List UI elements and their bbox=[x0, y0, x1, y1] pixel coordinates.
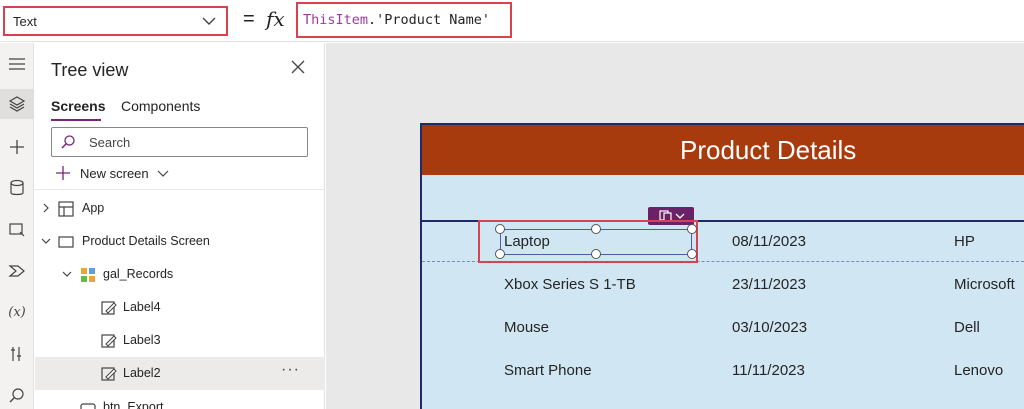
tree-search-input[interactable]: Search bbox=[51, 127, 308, 157]
active-tab-indicator bbox=[51, 119, 101, 121]
chevron-down-icon bbox=[41, 238, 51, 244]
tree-node-gal-records[interactable]: gal_Records bbox=[35, 258, 325, 291]
label-edit-icon bbox=[101, 334, 117, 348]
label-edit-icon bbox=[101, 367, 117, 381]
tab-screens[interactable]: Screens bbox=[51, 98, 105, 114]
power-automate-icon[interactable] bbox=[0, 256, 34, 286]
variables-icon[interactable]: (x) bbox=[0, 297, 34, 327]
hamburger-icon[interactable] bbox=[0, 49, 34, 79]
button-icon bbox=[80, 403, 96, 409]
gallery-cell-date[interactable]: 03/10/2023 bbox=[732, 319, 807, 336]
layers-icon[interactable] bbox=[0, 89, 34, 119]
divider bbox=[35, 189, 325, 190]
resize-handle[interactable] bbox=[495, 249, 505, 259]
gallery-cell-name[interactable]: Smart Phone bbox=[504, 362, 592, 379]
formula-text: ThisItem.'Product Name' bbox=[303, 12, 490, 28]
app-icon bbox=[58, 201, 74, 217]
header-band: Product Details bbox=[422, 125, 1024, 175]
tree-node-label: Label4 bbox=[123, 300, 161, 314]
gallery-cell-date[interactable]: 11/11/2023 bbox=[732, 362, 805, 379]
label-edit-icon bbox=[101, 301, 117, 315]
tree-node-label: Product Details Screen bbox=[82, 234, 210, 248]
formula-rest: .'Product Name' bbox=[368, 12, 490, 28]
chevron-down-icon bbox=[202, 17, 216, 25]
property-value: Text bbox=[13, 14, 37, 29]
gallery-cell-date[interactable]: 23/11/2023 bbox=[732, 276, 806, 293]
screen-title: Product Details bbox=[680, 135, 857, 165]
resize-handle[interactable] bbox=[591, 224, 601, 234]
gallery-cell-name[interactable]: Xbox Series S 1-TB bbox=[504, 276, 636, 293]
plus-icon bbox=[56, 166, 70, 180]
tree-node-label4[interactable]: Label4 bbox=[35, 291, 325, 324]
gallery-cell-brand[interactable]: HP bbox=[954, 233, 975, 250]
gallery-cell-brand[interactable]: Microsoft bbox=[954, 276, 1015, 293]
search-placeholder: Search bbox=[89, 135, 131, 150]
chevron-down-icon bbox=[157, 170, 169, 177]
resize-handle[interactable] bbox=[591, 249, 601, 259]
new-screen-button[interactable]: New screen bbox=[55, 163, 169, 183]
media-icon[interactable] bbox=[0, 215, 34, 245]
property-dropdown[interactable]: Text bbox=[3, 6, 228, 36]
formula-bar: Text = fx ThisItem.'Product Name' bbox=[0, 0, 1024, 42]
chevron-down-icon bbox=[62, 271, 72, 277]
tree-node-app[interactable]: App bbox=[35, 192, 325, 225]
plus-icon[interactable] bbox=[0, 132, 34, 162]
close-icon[interactable] bbox=[290, 59, 306, 75]
gallery-cell-brand[interactable]: Lenovo bbox=[954, 362, 1003, 379]
search-icon[interactable] bbox=[0, 380, 34, 409]
search-icon bbox=[61, 135, 75, 149]
new-screen-label: New screen bbox=[80, 165, 149, 181]
resize-handle[interactable] bbox=[687, 224, 697, 234]
gallery-cell-brand[interactable]: Dell bbox=[954, 319, 980, 336]
tree-node-label: App bbox=[82, 201, 105, 215]
tree-node-product-details-screen[interactable]: Product Details Screen bbox=[35, 225, 325, 258]
resize-handle[interactable] bbox=[495, 224, 505, 234]
screen-icon bbox=[58, 236, 74, 248]
tree-node-label2[interactable]: Label2 ··· bbox=[35, 357, 325, 390]
fx-icon: fx bbox=[266, 7, 285, 31]
left-rail: (x) bbox=[0, 43, 34, 409]
tree-node-label: gal_Records bbox=[103, 267, 174, 281]
database-icon[interactable] bbox=[0, 173, 34, 203]
tab-components[interactable]: Components bbox=[121, 98, 200, 114]
tree-node-label3[interactable]: Label3 bbox=[35, 324, 325, 357]
power-apps-studio: Text = fx ThisItem.'Product Name' (x) Tr… bbox=[0, 0, 1024, 409]
tree-view-title: Tree view bbox=[51, 60, 129, 80]
tree-node-btn-export[interactable]: btn_Export bbox=[35, 391, 325, 409]
equals-sign: = bbox=[243, 8, 255, 30]
resize-handle[interactable] bbox=[687, 249, 697, 259]
tools-icon[interactable] bbox=[0, 339, 34, 369]
formula-keyword: ThisItem bbox=[303, 12, 369, 28]
tree-node-label: Label2 bbox=[123, 366, 161, 380]
tree-node-label: Label3 bbox=[123, 333, 161, 347]
formula-input[interactable]: ThisItem.'Product Name' bbox=[296, 2, 512, 38]
chevron-right-icon bbox=[43, 203, 49, 213]
tree-view-panel: Tree view Screens Components Search New … bbox=[35, 43, 325, 409]
gallery-icon bbox=[81, 268, 95, 282]
tree-node-label: btn_Export bbox=[103, 400, 164, 409]
gallery-cell-date[interactable]: 08/11/2023 bbox=[732, 233, 806, 250]
more-options-icon[interactable]: ··· bbox=[281, 361, 300, 379]
gallery-cell-name[interactable]: Mouse bbox=[504, 319, 549, 336]
